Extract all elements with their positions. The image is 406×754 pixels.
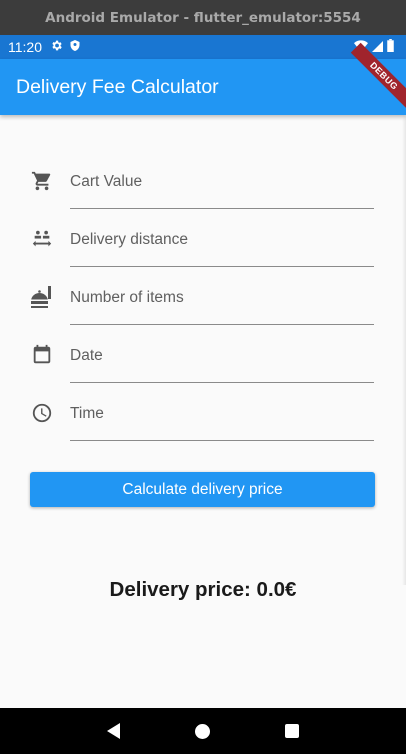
cart-value-field[interactable]: Cart Value (0, 159, 406, 217)
battery-icon (387, 39, 394, 55)
delivery-price-result: Delivery price: 0.0€ (109, 578, 297, 601)
settings-icon (50, 39, 63, 55)
back-icon[interactable] (107, 723, 121, 739)
window-title: Android Emulator - flutter_emulator:5554 (0, 0, 406, 35)
app-title: Delivery Fee Calculator (16, 75, 219, 98)
recent-apps-icon[interactable] (284, 724, 299, 738)
calendar-icon (30, 343, 54, 367)
field-underline (70, 208, 374, 209)
field-underline (70, 324, 374, 325)
food-items-icon (30, 285, 54, 309)
date-label: Date (70, 347, 103, 364)
delivery-distance-field[interactable]: Delivery distance (0, 217, 406, 275)
delivery-distance-label: Delivery distance (70, 231, 189, 248)
status-time: 11:20 (8, 39, 42, 55)
time-field[interactable]: Time (0, 391, 406, 449)
home-icon[interactable] (194, 723, 210, 739)
number-of-items-label: Number of items (70, 289, 184, 306)
signal-icon (372, 39, 383, 55)
time-label: Time (70, 405, 104, 422)
clock-icon (30, 401, 54, 425)
app-bar: Delivery Fee Calculator DEBUG (0, 42, 406, 115)
shield-icon (69, 39, 81, 55)
date-field[interactable]: Date (0, 333, 406, 391)
field-underline (70, 440, 374, 441)
navigation-bar (0, 708, 406, 754)
distance-icon (30, 227, 54, 251)
phone-screen: 11:20 Delivery Fee Calculator DEBUG Cart… (0, 35, 406, 754)
number-of-items-field[interactable]: Number of items (0, 275, 406, 333)
status-bar: 11:20 (0, 35, 406, 59)
cart-value-label: Cart Value (70, 173, 143, 190)
calculate-button[interactable]: Calculate delivery price (30, 472, 375, 507)
cart-icon (30, 169, 54, 193)
field-underline (70, 266, 374, 267)
field-underline (70, 382, 374, 383)
